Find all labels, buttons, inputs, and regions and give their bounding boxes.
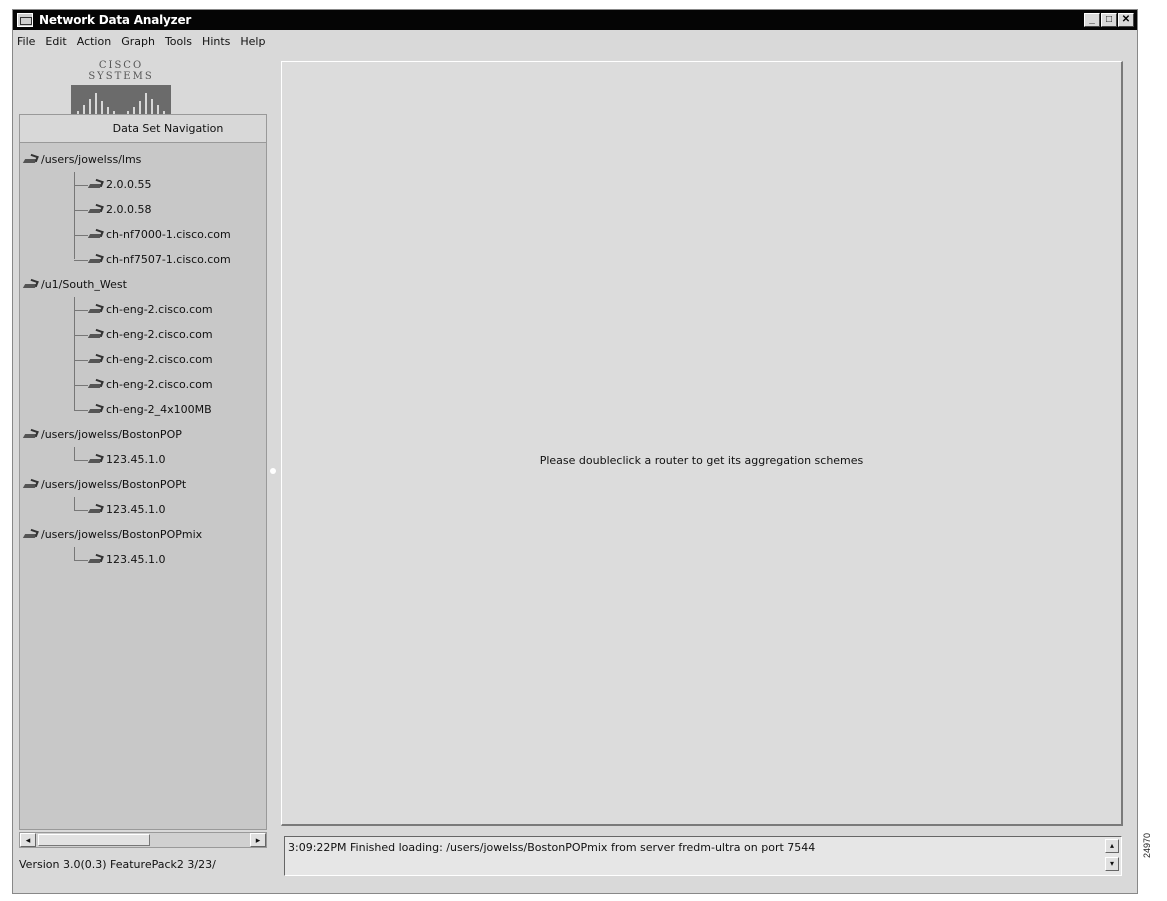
router-icon xyxy=(88,554,104,566)
router-icon xyxy=(23,479,39,491)
figure-id-label: 24970 xyxy=(1142,832,1152,858)
tree-node-label: ch-eng-2.cisco.com xyxy=(106,328,213,341)
main-message: Please doubleclick a router to get its a… xyxy=(539,454,864,467)
tree-node-group[interactable]: /u1/South_West xyxy=(20,272,266,297)
menu-action[interactable]: Action xyxy=(77,35,111,48)
tree-node-label: ch-eng-2.cisco.com xyxy=(106,353,213,366)
tree-node-group[interactable]: /users/jowelss/BostonPOPmix xyxy=(20,522,266,547)
router-icon xyxy=(88,329,104,341)
tree-node-label: ch-nf7000-1.cisco.com xyxy=(106,228,231,241)
scroll-left-button[interactable]: ◂ xyxy=(20,833,36,847)
maximize-button[interactable]: □ xyxy=(1101,13,1117,27)
tree-node-label: /users/jowelss/BostonPOPt xyxy=(41,478,187,491)
router-icon xyxy=(23,154,39,166)
tree-node-router[interactable]: ch-eng-2.cisco.com xyxy=(20,372,266,397)
tree-node-label: /users/jowelss/lms xyxy=(41,153,142,166)
status-vertical-scrollbar[interactable]: ▴ ▾ xyxy=(1105,839,1119,873)
tree-node-router[interactable]: ch-nf7507-1.cisco.com xyxy=(20,247,266,272)
router-icon xyxy=(88,304,104,316)
router-icon xyxy=(88,354,104,366)
window-controls: _ □ ✕ xyxy=(1084,13,1134,27)
status-log: 3:09:22PM Finished loading: /users/jowel… xyxy=(284,836,1122,876)
tree-node-label: 2.0.0.55 xyxy=(106,178,152,191)
title-bar[interactable]: Network Data Analyzer _ □ ✕ xyxy=(13,10,1137,30)
tree-node-router[interactable]: 123.45.1.0 xyxy=(20,447,266,472)
version-label: Version 3.0(0.3) FeaturePack2 3/23/ xyxy=(19,858,216,871)
scroll-down-button[interactable]: ▾ xyxy=(1105,857,1119,871)
tree-node-label: ch-eng-2.cisco.com xyxy=(106,378,213,391)
main-display-panel: Please doubleclick a router to get its a… xyxy=(281,61,1123,826)
router-icon xyxy=(88,454,104,466)
tree-node-router[interactable]: 123.45.1.0 xyxy=(20,547,266,572)
tree-node-label: ch-nf7507-1.cisco.com xyxy=(106,253,231,266)
router-icon xyxy=(88,229,104,241)
status-message: 3:09:22PM Finished loading: /users/jowel… xyxy=(288,841,816,854)
logo-text: CISCO SYSTEMS xyxy=(88,60,154,82)
menu-file[interactable]: File xyxy=(17,35,35,48)
window-title: Network Data Analyzer xyxy=(39,13,192,27)
cisco-logo: CISCO SYSTEMS xyxy=(71,60,171,119)
router-icon xyxy=(88,504,104,516)
router-icon xyxy=(88,379,104,391)
application-window: Network Data Analyzer _ □ ✕ File Edit Ac… xyxy=(12,9,1138,894)
data-set-navigation-panel: Data Set Navigation /users/jowelss/lms 2… xyxy=(19,114,267,830)
tree-node-group[interactable]: /users/jowelss/BostonPOP xyxy=(20,422,266,447)
tree-node-router[interactable]: 2.0.0.58 xyxy=(20,197,266,222)
scrollbar-thumb[interactable] xyxy=(38,834,150,846)
tree-node-router[interactable]: ch-eng-2_4x100MB xyxy=(20,397,266,422)
tree-node-label: /users/jowelss/BostonPOP xyxy=(41,428,182,441)
tree-node-group[interactable]: /users/jowelss/lms xyxy=(20,147,266,172)
tree-node-label: 123.45.1.0 xyxy=(106,553,166,566)
tree-node-label: ch-eng-2.cisco.com xyxy=(106,303,213,316)
menu-bar: File Edit Action Graph Tools Hints Help xyxy=(13,31,1137,51)
tree-node-router[interactable]: ch-nf7000-1.cisco.com xyxy=(20,222,266,247)
minimize-button[interactable]: _ xyxy=(1084,13,1100,27)
tree-node-label: /u1/South_West xyxy=(41,278,127,291)
scroll-up-button[interactable]: ▴ xyxy=(1105,839,1119,853)
tree-node-group[interactable]: /users/jowelss/BostonPOPt xyxy=(20,472,266,497)
splitter-handle[interactable] xyxy=(270,468,276,474)
navigation-header: Data Set Navigation xyxy=(20,115,266,143)
router-icon xyxy=(88,254,104,266)
router-icon xyxy=(23,279,39,291)
tree-node-router[interactable]: ch-eng-2.cisco.com xyxy=(20,347,266,372)
scroll-right-button[interactable]: ▸ xyxy=(250,833,266,847)
tree-node-label: 2.0.0.58 xyxy=(106,203,152,216)
tree-node-label: 123.45.1.0 xyxy=(106,503,166,516)
menu-edit[interactable]: Edit xyxy=(45,35,66,48)
tree-node-router[interactable]: 2.0.0.55 xyxy=(20,172,266,197)
navigation-tree: /users/jowelss/lms 2.0.0.55 2.0.0.58 ch-… xyxy=(20,143,266,572)
menu-help[interactable]: Help xyxy=(240,35,265,48)
tree-node-label: /users/jowelss/BostonPOPmix xyxy=(41,528,203,541)
tree-node-label: ch-eng-2_4x100MB xyxy=(106,403,212,416)
tree-node-router[interactable]: ch-eng-2.cisco.com xyxy=(20,297,266,322)
app-icon[interactable] xyxy=(17,13,33,27)
tree-node-label: 123.45.1.0 xyxy=(106,453,166,466)
close-button[interactable]: ✕ xyxy=(1118,13,1134,27)
router-icon xyxy=(88,204,104,216)
tree-node-router[interactable]: ch-eng-2.cisco.com xyxy=(20,322,266,347)
navigation-horizontal-scrollbar[interactable]: ◂ ▸ xyxy=(19,832,267,848)
router-icon xyxy=(88,404,104,416)
menu-graph[interactable]: Graph xyxy=(121,35,155,48)
menu-hints[interactable]: Hints xyxy=(202,35,230,48)
router-icon xyxy=(23,529,39,541)
router-icon xyxy=(88,179,104,191)
router-icon xyxy=(23,429,39,441)
menu-tools[interactable]: Tools xyxy=(165,35,192,48)
tree-node-router[interactable]: 123.45.1.0 xyxy=(20,497,266,522)
